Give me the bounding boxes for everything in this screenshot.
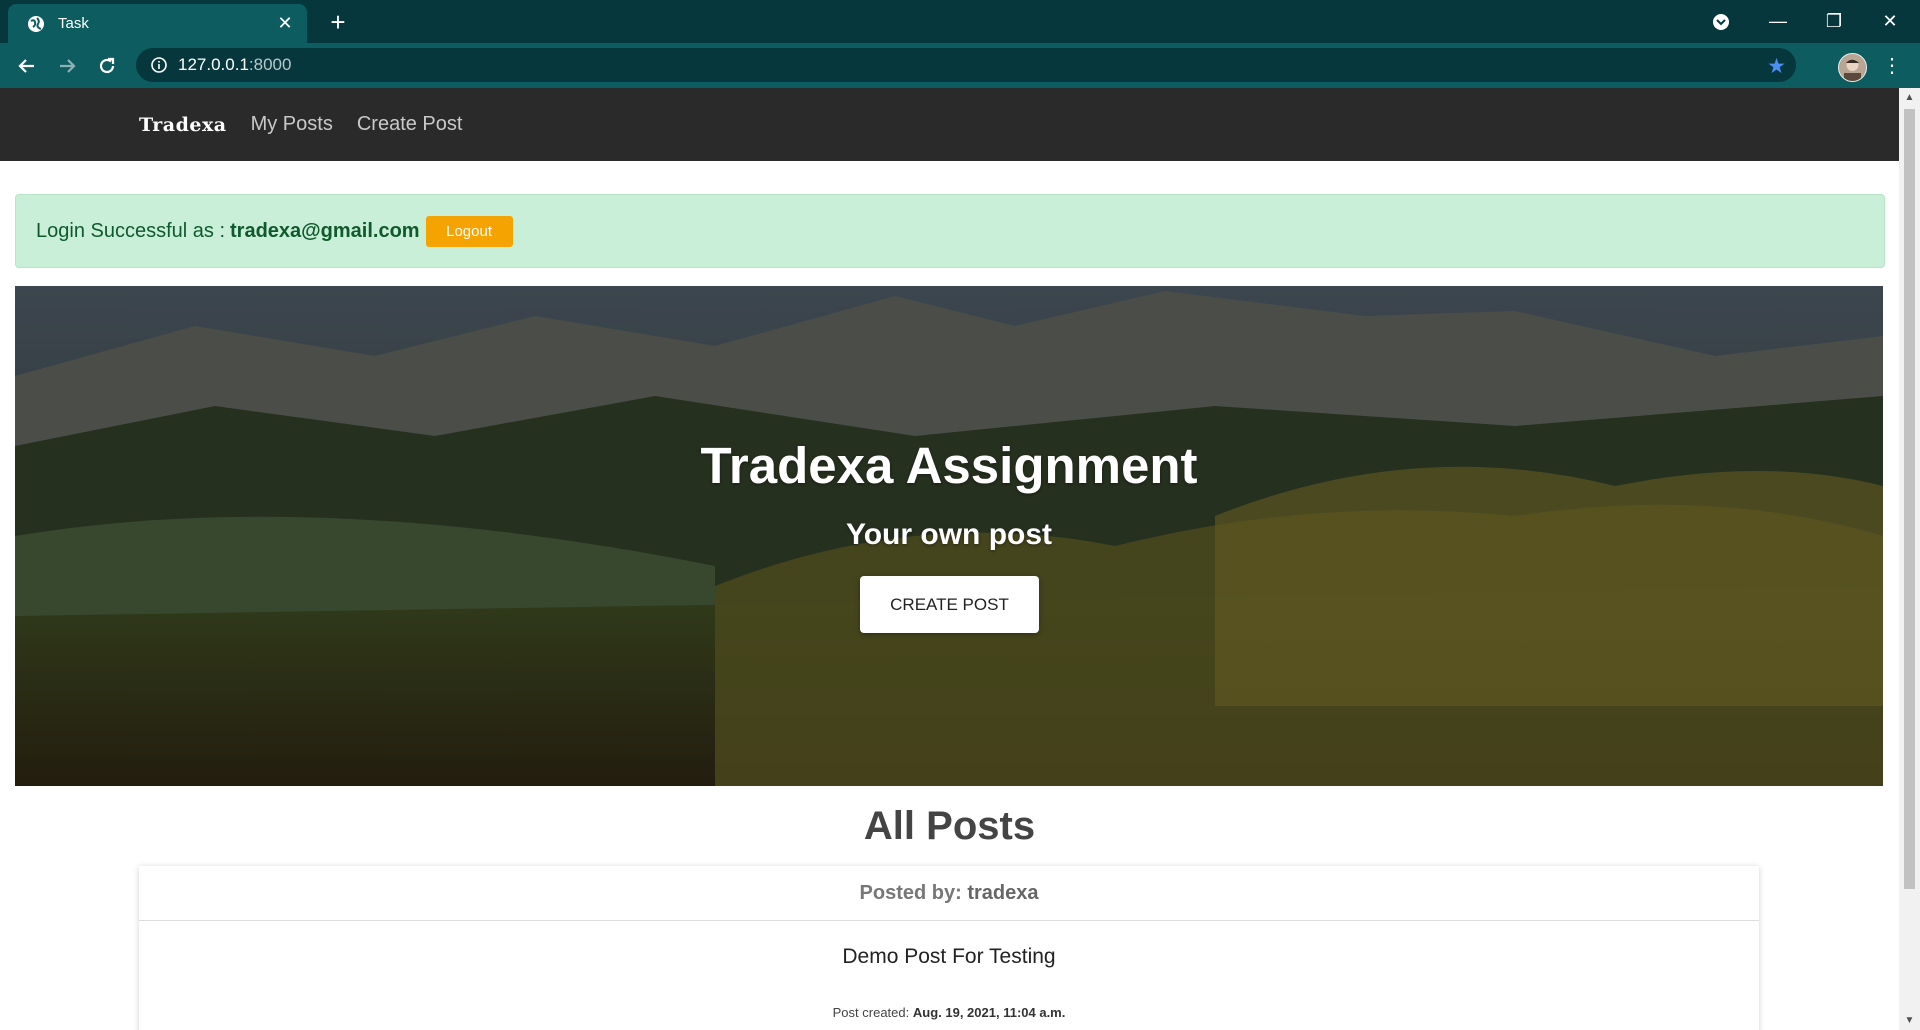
window-close-icon[interactable]: ✕: [1862, 0, 1918, 43]
forward-arrow-icon[interactable]: [52, 51, 82, 81]
post-meta: Post created: Aug. 19, 2021, 11:04 a.m.: [139, 1005, 1759, 1020]
hero-content: Tradexa Assignment Your own post CREATE …: [15, 286, 1883, 786]
browser-toolbar: 127.0.0.1:8000 ★ ⋮: [0, 43, 1920, 88]
url-host: 127.0.0.1: [178, 55, 249, 74]
tab-search-icon[interactable]: [1693, 0, 1749, 43]
hero-title: Tradexa Assignment: [700, 437, 1198, 494]
logout-button[interactable]: Logout: [425, 215, 513, 247]
nav-link-my-posts[interactable]: My Posts: [251, 113, 333, 136]
browser-tab-task[interactable]: Task ✕: [8, 4, 307, 43]
scroll-down-arrow-icon[interactable]: ▼: [1899, 1015, 1920, 1026]
back-arrow-icon[interactable]: [12, 51, 42, 81]
browser-tabbar: Task ✕ + — ❐ ✕: [0, 0, 1920, 43]
post-title[interactable]: Demo Post For Testing: [139, 945, 1759, 969]
hero-banner: Tradexa Assignment Your own post CREATE …: [15, 286, 1883, 786]
globe-icon: [26, 14, 46, 34]
tab-close-icon[interactable]: ✕: [273, 12, 297, 36]
post-author: tradexa: [967, 882, 1039, 904]
scroll-up-arrow-icon[interactable]: ▲: [1899, 92, 1920, 103]
profile-avatar[interactable]: [1838, 53, 1867, 82]
address-bar[interactable]: 127.0.0.1:8000 ★: [136, 48, 1796, 82]
reload-icon[interactable]: [92, 51, 122, 81]
url-text: 127.0.0.1:8000: [178, 55, 291, 75]
post-created-date: Aug. 19, 2021, 11:04 a.m.: [912, 1005, 1066, 1020]
login-success-alert: Login Successful as : tradexa@gmail.com …: [15, 194, 1885, 268]
bookmark-star-icon[interactable]: ★: [1767, 54, 1786, 79]
page-scrollbar[interactable]: ▲ ▼: [1899, 88, 1920, 1030]
alert-label: Login Successful as :: [36, 219, 225, 242]
all-posts-heading: All Posts: [863, 804, 1036, 848]
brand-logo[interactable]: Tradexa: [139, 114, 227, 136]
post-card-header: Posted by: tradexa: [139, 866, 1759, 921]
new-tab-icon[interactable]: +: [324, 8, 352, 36]
more-menu-icon[interactable]: ⋮: [1882, 53, 1902, 79]
site-navbar: Tradexa My Posts Create Post: [0, 88, 1899, 161]
restore-icon[interactable]: ❐: [1806, 0, 1862, 43]
posted-by-label: Posted by:: [859, 882, 962, 904]
post-card: Posted by: tradexa Demo Post For Testing…: [139, 866, 1759, 1030]
scrollbar-thumb[interactable]: [1904, 109, 1915, 889]
page-viewport: Tradexa My Posts Create Post Login Succe…: [0, 88, 1899, 1030]
create-post-button[interactable]: CREATE POST: [860, 576, 1039, 633]
post-created-label: Post created:: [832, 1005, 910, 1020]
url-port: :8000: [248, 55, 292, 74]
hero-subtitle: Your own post: [845, 518, 1053, 551]
minimize-icon[interactable]: —: [1750, 0, 1806, 43]
nav-link-create-post[interactable]: Create Post: [357, 113, 463, 136]
alert-email: tradexa@gmail.com: [230, 219, 420, 242]
info-icon[interactable]: [150, 56, 168, 74]
tab-title: Task: [58, 15, 89, 32]
